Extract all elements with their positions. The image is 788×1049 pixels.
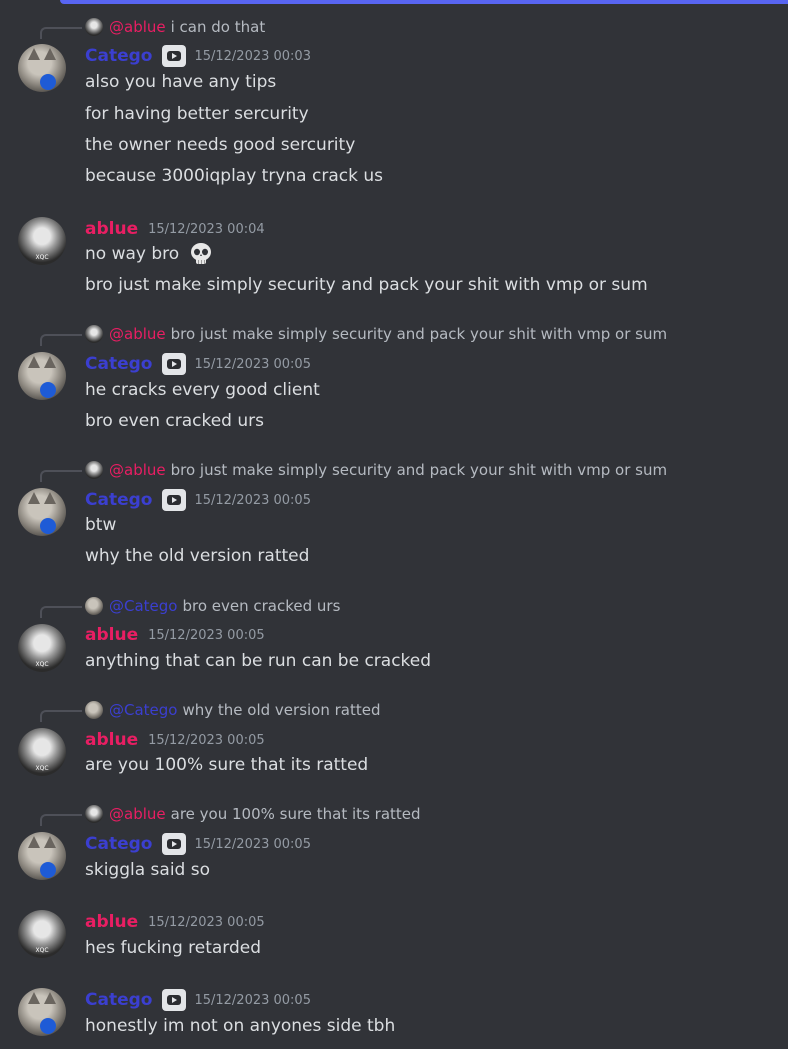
reply-connector [40, 334, 82, 346]
avatar[interactable] [18, 988, 66, 1036]
message-line: for having better sercurity [85, 104, 309, 124]
reply-avatar [85, 325, 103, 343]
timestamp: 15/12/2023 00:05 [194, 836, 311, 852]
message-line: hes fucking retarded [85, 938, 262, 958]
reply-mention[interactable]: @ablue [109, 461, 166, 479]
message-list: @ablue i can do that Catego 15/12/2023 0… [0, 0, 788, 1049]
avatar[interactable] [18, 832, 66, 880]
message-line: honestly im not on anyones side tbh [85, 1016, 396, 1036]
youtube-icon [162, 353, 187, 375]
author-name[interactable]: Catego [85, 354, 152, 374]
author-name[interactable]: ablue [85, 219, 138, 239]
author-name[interactable]: Catego [85, 46, 152, 66]
message-line: are you 100% sure that its ratted [85, 755, 369, 775]
reply-preview[interactable]: @ablue i can do that [85, 17, 265, 37]
reply-mention[interactable]: @Catego [109, 597, 177, 615]
message-line: anything that can be run can be cracked [85, 651, 432, 671]
reply-preview[interactable]: @ablue bro just make simply security and… [85, 460, 667, 480]
reply-preview[interactable]: @Catego why the old version ratted [85, 700, 381, 720]
message-header: ablue 15/12/2023 00:05 [85, 910, 265, 934]
author-name[interactable]: Catego [85, 490, 152, 510]
author-name[interactable]: Catego [85, 834, 152, 854]
message-header: Catego 15/12/2023 00:05 [85, 832, 311, 856]
message-line: he cracks every good client [85, 380, 320, 400]
reply-text: bro just make simply security and pack y… [170, 461, 668, 479]
message-text: no way bro [85, 244, 180, 264]
reply-mention[interactable]: @ablue [109, 325, 166, 343]
avatar[interactable] [18, 488, 66, 536]
message-header: ablue 15/12/2023 00:05 [85, 728, 265, 752]
reply-connector [40, 814, 82, 826]
message-line: skiggla said so [85, 860, 211, 880]
message-header: Catego 15/12/2023 00:05 [85, 488, 311, 512]
author-name[interactable]: Catego [85, 990, 152, 1010]
author-name[interactable]: ablue [85, 625, 138, 645]
reply-connector [40, 606, 82, 618]
timestamp: 15/12/2023 00:05 [194, 356, 311, 372]
youtube-icon [162, 45, 187, 67]
timestamp: 15/12/2023 00:05 [194, 492, 311, 508]
timestamp: 15/12/2023 00:05 [148, 914, 265, 930]
timestamp: 15/12/2023 00:05 [148, 627, 265, 643]
skull-emoji [190, 243, 211, 264]
message-line: also you have any tips [85, 72, 277, 92]
timestamp: 15/12/2023 00:05 [148, 732, 265, 748]
message-header: Catego 15/12/2023 00:05 [85, 988, 311, 1012]
reply-connector [40, 27, 82, 39]
reply-avatar [85, 461, 103, 479]
youtube-icon [162, 833, 187, 855]
message-line: why the old version ratted [85, 546, 310, 566]
reply-preview[interactable]: @ablue are you 100% sure that its ratted [85, 804, 421, 824]
avatar[interactable]: XQC [18, 728, 66, 776]
reply-avatar [85, 18, 103, 36]
reply-avatar [85, 805, 103, 823]
reply-preview[interactable]: @Catego bro even cracked urs [85, 596, 340, 616]
reply-connector [40, 710, 82, 722]
reply-avatar [85, 597, 103, 615]
timestamp: 15/12/2023 00:04 [148, 221, 265, 237]
reply-text: i can do that [170, 18, 266, 36]
reply-text: why the old version ratted [182, 701, 381, 719]
message-header: ablue 15/12/2023 00:05 [85, 623, 265, 647]
timestamp: 15/12/2023 00:03 [194, 48, 311, 64]
reply-mention[interactable]: @ablue [109, 805, 166, 823]
message-line: btw [85, 515, 117, 535]
avatar[interactable]: XQC [18, 624, 66, 672]
reply-text: bro just make simply security and pack y… [170, 325, 668, 343]
message-line: no way bro [85, 242, 213, 266]
avatar[interactable]: XQC [18, 217, 66, 265]
avatar[interactable]: XQC [18, 910, 66, 958]
message-line: because 3000iqplay tryna crack us [85, 166, 383, 186]
message-header: Catego 15/12/2023 00:03 [85, 44, 311, 68]
reply-text: bro even cracked urs [182, 597, 341, 615]
youtube-icon [162, 989, 187, 1011]
message-header: Catego 15/12/2023 00:05 [85, 352, 311, 376]
avatar[interactable] [18, 44, 66, 92]
reply-connector [40, 470, 82, 482]
reply-text: are you 100% sure that its ratted [170, 805, 421, 823]
timestamp: 15/12/2023 00:05 [194, 992, 311, 1008]
author-name[interactable]: ablue [85, 730, 138, 750]
reply-preview[interactable]: @ablue bro just make simply security and… [85, 324, 667, 344]
reply-mention[interactable]: @ablue [109, 18, 166, 36]
reply-mention[interactable]: @Catego [109, 701, 177, 719]
reply-avatar [85, 701, 103, 719]
author-name[interactable]: ablue [85, 912, 138, 932]
message-line: bro even cracked urs [85, 411, 264, 431]
message-line: bro just make simply security and pack y… [85, 275, 648, 295]
avatar[interactable] [18, 352, 66, 400]
message-line: the owner needs good sercurity [85, 135, 356, 155]
youtube-icon [162, 489, 187, 511]
message-header: ablue 15/12/2023 00:04 [85, 217, 265, 241]
